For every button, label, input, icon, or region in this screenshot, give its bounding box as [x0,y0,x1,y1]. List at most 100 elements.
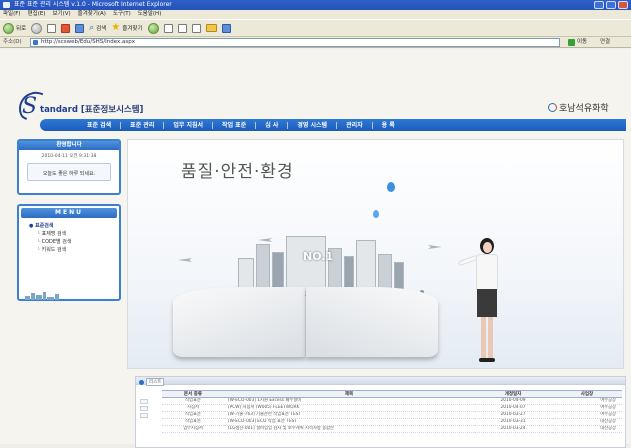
nav-standard-search[interactable]: 표준 검색 [78,121,122,129]
home-icon[interactable] [75,23,85,33]
nav-work-standard[interactable]: 작업 표준 [213,121,257,129]
cell-doc-type: 작업표준 [162,397,224,405]
browser-window: 표준 표준 관리 시스템 v.1.0 - Microsoft Internet … [0,0,631,448]
minimize-button[interactable] [594,1,604,9]
favorites-button[interactable]: ★ 즐겨찾기 [111,23,142,33]
back-label: 뒤로 [16,26,27,32]
nav-management-system[interactable]: 경영 시스템 [288,121,338,129]
menu-item-code-search[interactable]: CODE별 검색 [29,238,119,246]
table-row[interactable]: 지침서 [PCW] 지침서 (W005) FLEETWORK 2010-04-0… [162,404,622,412]
cell-site: 대산공장 [552,425,622,433]
address-input[interactable]: http://scsweb/Edu/SHS/Index.aspx [30,38,560,47]
company-logo: 호남석유화학 [548,101,609,114]
print-icon[interactable] [191,23,201,33]
search-label: 검색 [96,26,107,32]
nav-standard-management[interactable]: 표준 관리 [121,121,165,129]
toolbar: 뒤로 ⌕ 검색 ★ 즐겨찾기 [0,19,631,37]
forward-button[interactable] [31,22,43,34]
company-name: 호남석유화학 [559,104,609,114]
menu-bar: 파일(F) 편집(E) 보기(V) 즐겨찾기(A) 도구(T) 도움말(H) [0,10,631,19]
mail-icon[interactable] [177,23,187,33]
company-mark-icon [548,103,557,112]
cell-doc-type: 작업표준 [162,418,224,426]
balloon-icon [387,182,395,192]
menu-favorites[interactable]: 즐겨찾기(A) [78,10,106,19]
menu-file[interactable]: 파일(F) [3,10,21,19]
cell-site: 대산공장 [552,418,622,426]
menu-item-keyword-search[interactable]: 키워드 검색 [29,246,119,254]
menu-root-standard-search[interactable]: ● 표준검색 [29,222,119,230]
go-label: 이동 [577,39,588,45]
cell-site: 여수공장 [552,397,622,405]
list-doc-icon [140,399,148,404]
table-row[interactable]: 업무지침서 [LG생산-001] 설비업업 검사 및 보수계획 지적사항 통합본… [162,425,622,433]
menu-heading: MENU [21,208,117,218]
menu-item-label: 키워드 검색 [41,247,67,253]
cell-revised-date: 2010-03-31 [474,418,552,426]
table-row[interactable]: 작업표준 [W-기술-763] 기술관련 작업표준 TEST 2010-03-2… [162,411,622,419]
welcome-message: 오늘도 좋은 하루 되세요. [27,163,111,181]
logo-text-en: tandard [40,105,78,115]
favorites-star-icon: ★ [111,22,121,33]
history-icon[interactable] [163,23,173,33]
site-logo[interactable]: S tandard [표준정보시스템] [14,87,188,125]
ie-icon [3,2,10,8]
search-button[interactable]: ⌕ 검색 [89,23,106,33]
folder-icon[interactable] [205,24,217,32]
cell-revised-date: 2010-03-27 [474,411,552,419]
presenter-illustration [457,238,508,366]
media-icon[interactable] [147,22,159,34]
hero-title: 품질·안전·환경 [181,162,294,182]
nav-audit[interactable]: 심 사 [256,121,289,129]
menu-tools[interactable]: 도구(T) [113,10,131,19]
menu-item-label: 표제명 검색 [41,231,67,237]
document-table: 문서 종류 제목 개정일자 사업장 작업표준 [W-ECO-003] 1지원 E… [162,390,622,433]
cell-title-link[interactable]: [W-ECO-003] ECO 작업 표준 TEST [224,418,474,426]
cell-doc-type: 지침서 [162,404,224,412]
col-header-doc-type[interactable]: 문서 종류 [162,390,224,398]
col-header-site[interactable]: 사업장 [552,390,622,398]
menu-city-illustration [25,292,69,300]
nav-register[interactable]: 용 록 [373,122,404,129]
list-doc-icon [140,406,148,411]
cell-title-link[interactable]: [W-기술-763] 기술관련 작업표준 TEST [224,411,474,419]
welcome-heading: 환영합니다 [19,141,119,150]
book-left-page [173,287,305,357]
links-label[interactable]: 연결 [600,37,610,48]
cell-title-link[interactable]: [PCW] 지침서 (W005) FLEETWORK [224,404,474,412]
refresh-icon[interactable] [61,23,71,33]
back-button[interactable]: 뒤로 [3,22,27,34]
go-arrow-icon [568,39,575,46]
table-row[interactable]: 작업표준 [W-ECO-003] ECO 작업 표준 TEST 2010-03-… [162,418,622,426]
cell-title-link[interactable]: [LG생산-001] 설비업업 검사 및 보수계획 지적사항 통합본 [224,425,474,433]
nav-work-guidelines[interactable]: 업무 지침서 [164,121,214,129]
list-panel-header: 리스트 [136,377,625,386]
go-button[interactable]: 이동 [568,38,594,47]
menu-help[interactable]: 도움말(H) [138,10,162,19]
maximize-button[interactable] [606,1,616,9]
stop-icon[interactable] [47,23,57,33]
menu-edit[interactable]: 편집(E) [28,10,46,19]
cell-revised-date: 2010-04-09 [474,397,552,405]
balloon-icon [373,210,379,218]
address-label: 주소(D) [3,39,22,45]
messenger-icon[interactable] [221,23,231,33]
menu-item-title-search[interactable]: 표제명 검색 [29,230,119,238]
book-right-page [306,287,438,357]
list-tab[interactable]: 리스트 [139,378,165,386]
nav-admin[interactable]: 관리자 [337,121,373,129]
col-header-revised-date[interactable]: 개정일자 [474,390,552,398]
menu-item-label: CODE별 검색 [41,239,72,245]
col-header-title[interactable]: 제목 [224,390,474,398]
cell-site: 여수공장 [552,404,622,412]
menu-root-label: 표준검색 [35,223,54,229]
list-bullet-icon [139,379,144,385]
table-header-row: 문서 종류 제목 개정일자 사업장 [162,390,622,398]
logo-text: tandard [표준정보시스템] [40,103,143,115]
title-bar: 표준 표준 관리 시스템 v.1.0 - Microsoft Internet … [0,0,631,10]
table-row[interactable]: 작업표준 [W-ECO-003] 1지원 Excess 폐수설비 2010-04… [162,397,622,405]
close-button[interactable] [618,1,628,9]
menu-view[interactable]: 보기(V) [52,10,70,19]
cell-title-link[interactable]: [W-ECO-003] 1지원 Excess 폐수설비 [224,397,474,405]
cell-revised-date: 2010-04-07 [474,404,552,412]
